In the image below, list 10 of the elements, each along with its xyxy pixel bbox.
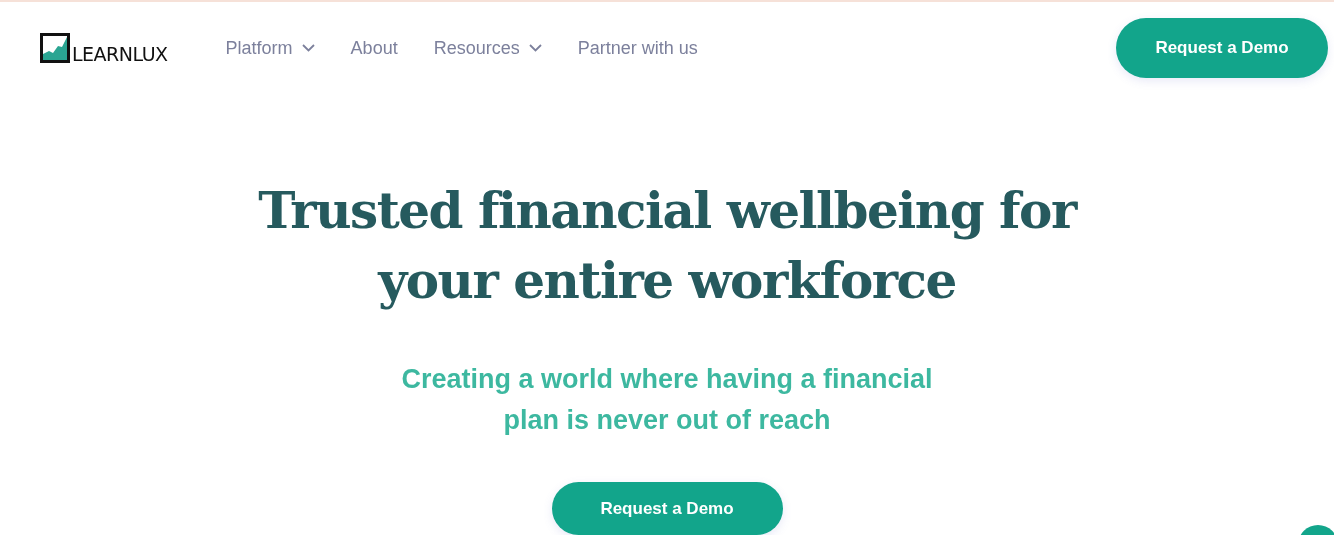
hero-heading: Trusted financial wellbeing for your entire workforce [257, 180, 1079, 312]
request-demo-button[interactable]: Request a Demo [1116, 18, 1328, 78]
hero-subtitle: Creating a world where having a financial plan is never out of reach [400, 363, 934, 437]
logo-icon [40, 33, 70, 63]
nav-link[interactable]: Partner with us [577, 37, 698, 59]
nav-link[interactable]: Platform [225, 37, 315, 59]
request-demo-button[interactable]: Request a Demo [551, 482, 783, 535]
nav-link[interactable]: About [350, 37, 398, 59]
logo-text[interactable]: LEARNLUX [72, 45, 168, 64]
nav-link[interactable]: Resources [433, 37, 542, 59]
